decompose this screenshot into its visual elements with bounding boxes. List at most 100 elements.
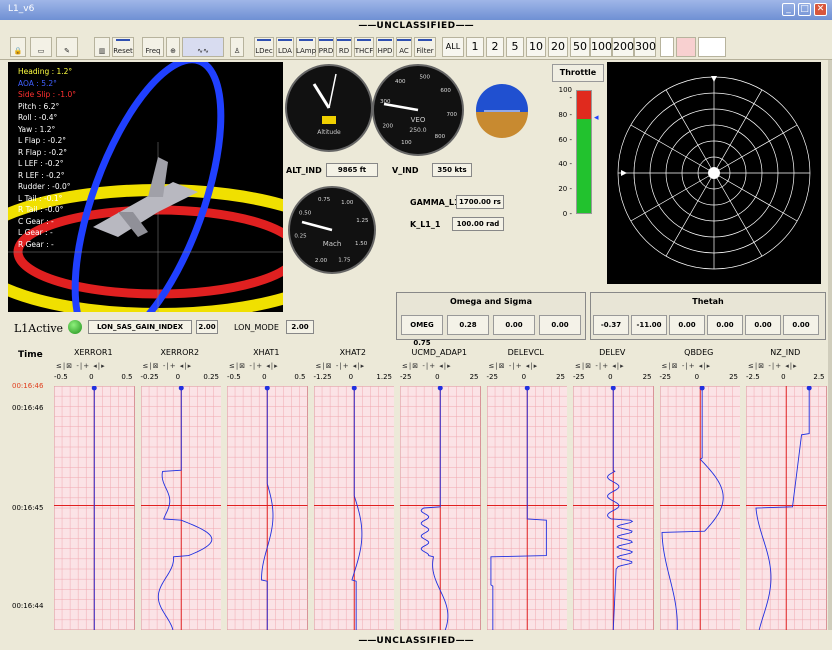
veo-value: 250.0 xyxy=(409,127,426,134)
channel-min: -25 xyxy=(659,373,671,381)
throttle-tick-label: 100 - xyxy=(558,86,572,102)
ldec-button[interactable]: LDec xyxy=(254,37,274,57)
channel-plot[interactable] xyxy=(54,386,135,630)
time-label-4: 00:16:44 xyxy=(12,602,44,610)
rate-20-button[interactable]: 20 xyxy=(548,37,568,57)
rate-300-button[interactable]: 300 xyxy=(634,37,656,57)
throttle-bar[interactable] xyxy=(576,90,592,214)
k-l1-value: 100.00 rad xyxy=(452,217,504,231)
channel-plot[interactable] xyxy=(486,386,568,630)
print-icon[interactable]: ▭ xyxy=(30,37,52,57)
gauge-tick-label: 700 xyxy=(446,112,457,118)
throttle-title: Throttle xyxy=(552,64,604,82)
strip-chart-area: Time 00:16:46 00:16:46 00:16:45 00:16:44… xyxy=(8,346,828,630)
minimize-button[interactable]: _ xyxy=(782,3,795,16)
channel-controls[interactable]: ≤|⊠ -|+ ◂|▸ xyxy=(748,362,798,372)
hud-line: Side Slip : -1.0° xyxy=(18,90,76,99)
polar-spoke xyxy=(713,124,798,174)
hpd-button[interactable]: HPD xyxy=(376,37,394,57)
figure-icon[interactable]: ♙ xyxy=(230,37,244,57)
ac-button[interactable]: AC xyxy=(396,37,412,57)
rate-100-button[interactable]: 100 xyxy=(590,37,612,57)
channel-plot[interactable] xyxy=(227,386,308,630)
lda-button[interactable]: LDA xyxy=(276,37,294,57)
channel-controls[interactable]: ≤|⊠ -|+ ◂|▸ xyxy=(143,362,193,372)
layout-icon[interactable]: ▥ xyxy=(94,37,110,57)
rate-200-button[interactable]: 200 xyxy=(612,37,634,57)
thetah-value-5: 0.00 xyxy=(745,315,781,335)
reset-button[interactable]: Reset xyxy=(112,37,134,57)
channel-title: XHAT1 xyxy=(253,348,280,357)
filter-button[interactable]: Filter xyxy=(414,37,436,57)
altimeter-label: Altitude xyxy=(317,129,341,136)
gauge-tick-label: 100 xyxy=(401,140,412,146)
view-cross-button[interactable] xyxy=(698,37,726,57)
lock-icon[interactable]: 🔒 xyxy=(10,37,26,57)
throttle-tick-label: 20 - xyxy=(558,185,572,194)
channel-max: 25 xyxy=(729,373,738,381)
strip-channel-xerror1: XERROR1 ≤|⊠ -|+ ◂|▸ -0.5 0 0.5 xyxy=(52,346,135,630)
channel-title: XERROR2 xyxy=(160,348,200,357)
strip-channel-qbdeg: QBDEG ≤|⊠ -|+ ◂|▸ -25 0 25 xyxy=(658,346,741,630)
strip-channel-xerror2: XERROR2 ≤|⊠ -|+ ◂|▸ -0.25 0 0.25 xyxy=(139,346,222,630)
time-label-3: 00:16:45 xyxy=(12,504,44,512)
channel-controls[interactable]: ≤|⊠ -|+ ◂|▸ xyxy=(402,362,452,372)
rate-all-button[interactable]: ALL xyxy=(442,37,464,57)
lon-mode-value[interactable]: 2.00 xyxy=(286,320,314,334)
prd-button[interactable]: PRD xyxy=(318,37,334,57)
lon-sas-gain-value[interactable]: 2.00 xyxy=(196,320,218,334)
hud-line: Pitch : 6.2° xyxy=(18,101,60,111)
maximize-button[interactable]: □ xyxy=(798,3,811,16)
thcf-button[interactable]: THCF xyxy=(354,37,374,57)
channel-min: -0.5 xyxy=(54,373,68,381)
channel-mid: 0 xyxy=(608,373,613,381)
hud-line: Yaw : 1.2° xyxy=(18,124,56,134)
gauge-tick-label: 0.25 xyxy=(294,234,307,240)
channel-plot[interactable] xyxy=(400,386,481,630)
strip-channel-xhat2: XHAT2 ≤|⊠ -|+ ◂|▸ -1.25 0 1.25 xyxy=(312,346,395,630)
magnifier-icon[interactable]: ⊕ xyxy=(166,37,180,57)
thetah-title: Thetah xyxy=(692,297,724,306)
channel-controls[interactable]: ≤|⊠ -|+ ◂|▸ xyxy=(489,362,539,372)
channel-controls[interactable]: ≤|⊠ -|+ ◂|▸ xyxy=(575,362,625,372)
channel-controls[interactable]: ≤|⊠ -|+ ◂|▸ xyxy=(662,362,712,372)
channel-plot[interactable] xyxy=(140,386,222,630)
time-label-2: 00:16:46 xyxy=(12,404,44,412)
channel-min: -25 xyxy=(400,373,412,381)
channel-plot[interactable] xyxy=(573,386,654,630)
rate-1-button[interactable]: 1 xyxy=(466,37,484,57)
channel-min: -0.25 xyxy=(140,373,159,381)
channel-title: QBDEG xyxy=(684,348,714,357)
rate-2-button[interactable]: 2 xyxy=(486,37,504,57)
wave-icon[interactable]: ∿∿ xyxy=(182,37,224,57)
channel-controls[interactable]: ≤|⊠ -|+ ◂|▸ xyxy=(56,362,106,372)
rate-5-button[interactable]: 5 xyxy=(506,37,524,57)
channel-title: XERROR1 xyxy=(73,348,113,357)
rd-button[interactable]: RD xyxy=(336,37,352,57)
hud-line: AOA : 5.2° xyxy=(18,78,57,88)
close-button[interactable]: ✕ xyxy=(814,3,827,16)
rate-10-button[interactable]: 10 xyxy=(526,37,546,57)
polar-spoke xyxy=(630,124,715,174)
freq-button[interactable]: Freq xyxy=(142,37,164,57)
view-grid-button[interactable] xyxy=(676,37,696,57)
gauge-tick-label: 0.75 xyxy=(318,197,331,203)
channel-controls[interactable]: ≤|⊠ -|+ ◂|▸ xyxy=(316,362,366,372)
channel-min: -0.5 xyxy=(227,373,241,381)
channel-plot[interactable] xyxy=(659,386,741,630)
channel-plot[interactable] xyxy=(313,386,395,630)
lamp-button[interactable]: LAmp xyxy=(296,37,316,57)
channel-controls[interactable]: ≤|⊠ -|+ ◂|▸ xyxy=(229,362,279,372)
rate-50-button[interactable]: 50 xyxy=(570,37,590,57)
channel-plot[interactable] xyxy=(746,386,827,630)
hud-line: L Gear : - xyxy=(18,228,53,237)
view-blank-button[interactable] xyxy=(660,37,674,57)
thetah-value-1: -0.37 xyxy=(593,315,629,335)
throttle-tick-label: 80 - xyxy=(558,110,572,119)
veo-label: VEO xyxy=(411,116,426,124)
right-scrollbar[interactable] xyxy=(828,60,832,630)
hud-line: R Gear : - xyxy=(18,239,54,249)
omega-value-1: 0.28 xyxy=(447,315,489,335)
gauge-tick-label: 1.75 xyxy=(338,257,351,263)
pen-icon[interactable]: ✎ xyxy=(56,37,78,57)
